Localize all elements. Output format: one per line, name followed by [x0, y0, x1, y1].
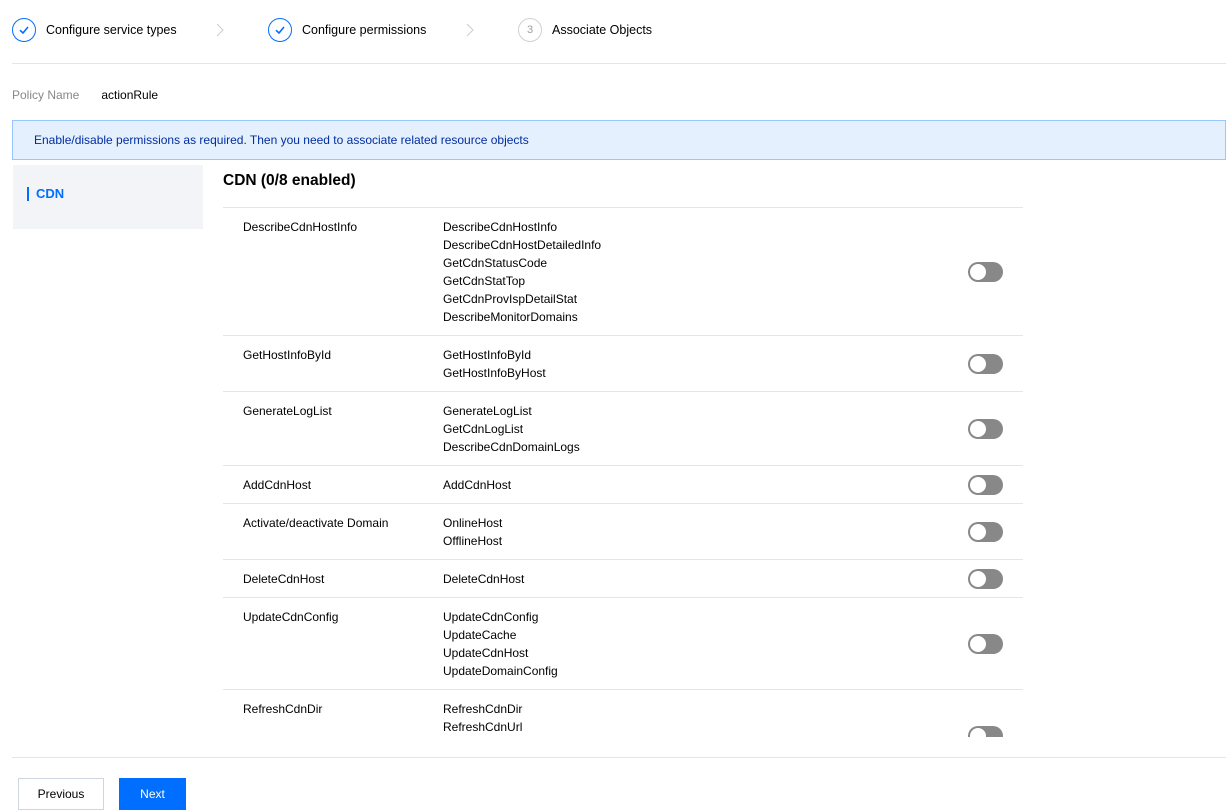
action-item: CdnPusherV2: [443, 736, 963, 737]
permissions-panel: CDN (0/8 enabled) DescribeCdnHostInfo Des…: [223, 170, 1023, 737]
action-item: UpdateCdnHost: [443, 646, 529, 660]
service-sidebar: CDN: [13, 165, 203, 229]
action-item: GetHostInfoById: [443, 348, 532, 362]
action-item: DescribeCdnHostDetailedInfo: [443, 238, 602, 252]
action-item: UpdateCdnConfig: [443, 610, 539, 624]
action-item: GetCdnLogList: [443, 422, 524, 436]
permission-toggle[interactable]: [968, 418, 1003, 439]
permission-row: DeleteCdnHost DeleteCdnHost: [223, 560, 1023, 598]
action-item: AddCdnHost: [443, 478, 512, 492]
permission-row: UpdateCdnConfig UpdateCdnConfig UpdateCach…: [223, 598, 1023, 690]
permission-name: DescribeCdnHostInfo: [243, 220, 358, 234]
stepper: Configure service types Configure permis…: [12, 14, 1212, 46]
action-item: UpdateDomainConfig: [443, 664, 558, 678]
permission-toggle[interactable]: [968, 568, 1003, 589]
step-configure-permissions[interactable]: Configure permissions: [268, 14, 426, 46]
permission-row: GetHostInfoById GetHostInfoById GetHostInf…: [223, 336, 1023, 392]
permission-toggle[interactable]: [968, 474, 1003, 495]
action-item: OnlineHost: [443, 516, 503, 530]
action-item: GetCdnProvIspDetailStat: [443, 292, 578, 306]
step-label: Configure service types: [46, 23, 177, 37]
action-item: GenerateLogList: [443, 404, 532, 418]
action-item: GetHostInfoByHost: [443, 366, 546, 380]
action-item: DescribeMonitorDomains: [443, 310, 578, 324]
check-icon: [12, 18, 36, 42]
action-item: RefreshCdnUrl: [443, 720, 523, 734]
sidebar-item-cdn[interactable]: CDN: [27, 187, 64, 201]
action-list: GenerateLogList GetCdnLogList DescribeCdnD…: [443, 402, 963, 456]
action-list: UpdateCdnConfig UpdateCache UpdateCdnHost U…: [443, 608, 963, 680]
action-item: UpdateCache: [443, 628, 517, 642]
panel-title: CDN (0/8 enabled): [223, 170, 1023, 208]
permission-list: DescribeCdnHostInfo DescribeCdnHostInfo De…: [223, 208, 1023, 737]
step-configure-service-types[interactable]: Configure service types: [12, 14, 177, 46]
check-icon: [268, 18, 292, 42]
info-notice: Enable/disable permissions as required. …: [12, 120, 1226, 160]
action-item: DescribeCdnDomainLogs: [443, 440, 580, 454]
permission-toggle[interactable]: [968, 725, 1003, 737]
divider: [12, 63, 1226, 64]
permission-row: AddCdnHost AddCdnHost: [223, 466, 1023, 504]
permission-row: Activate/deactivate Domain OnlineHost Offl…: [223, 504, 1023, 560]
action-list: DeleteCdnHost: [443, 570, 963, 588]
policy-name-label: Policy Name: [12, 88, 80, 102]
next-button[interactable]: Next: [119, 778, 186, 810]
step-label: Configure permissions: [302, 23, 427, 37]
previous-button[interactable]: Previous: [18, 778, 104, 810]
permission-name: GetHostInfoById: [243, 348, 332, 362]
action-item: DescribeCdnHostInfo: [443, 220, 558, 234]
action-list: OnlineHost OfflineHost: [443, 514, 963, 550]
permission-row: DescribeCdnHostInfo DescribeCdnHostInfo De…: [223, 208, 1023, 336]
action-item: RefreshCdnDir: [443, 702, 523, 716]
permission-toggle[interactable]: [968, 521, 1003, 542]
permission-row: GenerateLogList GenerateLogList GetCdnLogL…: [223, 392, 1023, 466]
action-list: DescribeCdnHostInfo DescribeCdnHostDetail…: [443, 218, 963, 326]
step-number: 3: [518, 18, 542, 42]
policy-name-field: Policy Name actionRule: [12, 88, 158, 102]
action-list: GetHostInfoById GetHostInfoByHost: [443, 346, 963, 382]
action-item: GetCdnStatusCode: [443, 256, 548, 270]
action-item: GetCdnStatTop: [443, 274, 526, 288]
permission-name: UpdateCdnConfig: [243, 610, 339, 624]
permission-name: Activate/deactivate Domain: [243, 516, 389, 530]
chevron-right-icon: [216, 23, 224, 37]
permission-name: GenerateLogList: [243, 404, 332, 418]
action-list: RefreshCdnDirRefreshCdnUrlCdnPusherV2Get…: [443, 700, 963, 737]
chevron-right-icon: [466, 23, 474, 37]
permission-name: DeleteCdnHost: [243, 572, 325, 586]
action-list: AddCdnHost: [443, 476, 963, 494]
divider: [12, 757, 1226, 758]
step-associate-objects[interactable]: 3 Associate Objects: [518, 14, 652, 46]
action-item: DeleteCdnHost: [443, 572, 525, 586]
permission-row: RefreshCdnDir RefreshCdnDir RefreshCdnUrl C…: [223, 690, 1023, 737]
action-item: OfflineHost: [443, 534, 503, 548]
policy-name-value: actionRule: [101, 88, 159, 102]
permission-toggle[interactable]: [968, 353, 1003, 374]
permission-name: RefreshCdnDir: [243, 702, 323, 716]
step-label: Associate Objects: [552, 23, 653, 37]
permission-name: AddCdnHost: [243, 478, 312, 492]
permission-toggle[interactable]: [968, 633, 1003, 654]
permission-toggle[interactable]: [968, 261, 1003, 282]
